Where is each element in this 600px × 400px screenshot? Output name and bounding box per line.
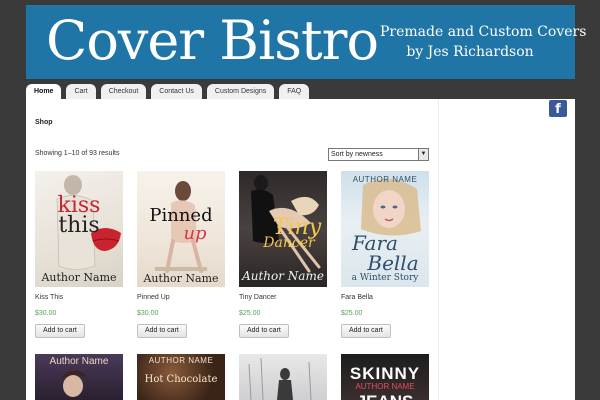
cover-title-line2: Dancer [263, 235, 315, 251]
site-tagline-line1: Premade and Custom Covers [380, 24, 587, 40]
product-cover-image[interactable]: kiss this Author Name [35, 171, 123, 287]
shop-main: Shop Showing 1–10 of 93 results Sort by … [26, 99, 439, 400]
facebook-icon[interactable]: f [549, 100, 567, 117]
product-cover-image[interactable]: AUTHOR NAME Hot Chocolate [137, 354, 225, 400]
product-price: $25.00 [239, 310, 261, 317]
cover-author: Author Name [41, 271, 117, 284]
site-tagline-line2: by Jes Richardson [406, 44, 534, 60]
add-to-cart-button[interactable]: Add to cart [341, 324, 391, 338]
product-name[interactable]: Pinned Up [137, 294, 170, 301]
sort-select[interactable]: Sort by newness ▼ [328, 148, 429, 161]
tab-custom-designs[interactable]: Custom Designs [206, 84, 275, 99]
add-to-cart-button[interactable]: Add to cart [35, 324, 85, 338]
product-card: Pinned up Author Name Pinned Up $30.00 A… [137, 171, 225, 338]
cover-title-line2: Bella [367, 251, 419, 275]
product-name[interactable]: Kiss This [35, 294, 63, 301]
main-nav: Home Cart Checkout Contact Us Custom Des… [26, 84, 310, 99]
sort-selected-value: Sort by newness [331, 151, 383, 158]
product-price: $25.00 [341, 310, 363, 317]
product-cover-image[interactable]: AUTHOR NAME Fara Bella a Winter Story [341, 171, 429, 287]
cover-title: Hot Chocolate [144, 374, 218, 385]
product-price: $30.00 [35, 310, 57, 317]
cover-subtitle: a Winter Story [351, 273, 419, 283]
cover-title-line2: up [183, 223, 207, 244]
cover-author: AUTHOR NAME [352, 175, 418, 184]
product-price: $30.00 [137, 310, 159, 317]
chevron-down-icon: ▼ [418, 149, 428, 160]
product-card: AUTHOR NAME Fara Bella a Winter Story Fa… [341, 171, 429, 338]
cover-author: AUTHOR NAME [355, 382, 415, 391]
site-title: Cover Bistro [46, 9, 379, 72]
tab-home[interactable]: Home [26, 84, 62, 99]
page-content: f Shop Showing 1–10 of 93 results Sort b… [26, 99, 575, 400]
cover-author: Author Name [242, 269, 324, 283]
product-card: kiss this Author Name Kiss This $30.00 A… [35, 171, 123, 338]
product-cover-image[interactable]: Tiny Dancer Author Name [239, 171, 327, 287]
tab-cart[interactable]: Cart [66, 84, 96, 99]
result-count: Showing 1–10 of 93 results [35, 150, 120, 157]
cover-author: Author Name [143, 272, 219, 285]
cover-title-line2: JEANS [341, 392, 429, 400]
product-cover-image[interactable] [239, 354, 327, 400]
site-banner[interactable]: Cover Bistro Premade and Custom Covers b… [26, 5, 587, 79]
tab-faq[interactable]: FAQ [279, 84, 310, 99]
product-name[interactable]: Fara Bella [341, 294, 373, 301]
product-cover-image[interactable]: Pinned up Author Name [137, 171, 225, 287]
product-cover-image[interactable]: Author Name [35, 354, 123, 400]
product-cover-image[interactable]: SKINNY AUTHOR NAME JEANS [341, 354, 429, 400]
cover-author: AUTHOR NAME [148, 356, 214, 365]
product-name[interactable]: Tiny Dancer [239, 294, 276, 301]
page-title: Shop [35, 119, 53, 126]
add-to-cart-button[interactable]: Add to cart [239, 324, 289, 338]
cover-title-line2: this [58, 213, 100, 238]
product-card: Tiny Dancer Author Name Tiny Dancer $25.… [239, 171, 327, 338]
tab-contact-us[interactable]: Contact Us [151, 84, 202, 99]
tab-checkout[interactable]: Checkout [100, 84, 147, 99]
add-to-cart-button[interactable]: Add to cart [137, 324, 187, 338]
cover-title-line1: SKINNY [349, 364, 421, 383]
